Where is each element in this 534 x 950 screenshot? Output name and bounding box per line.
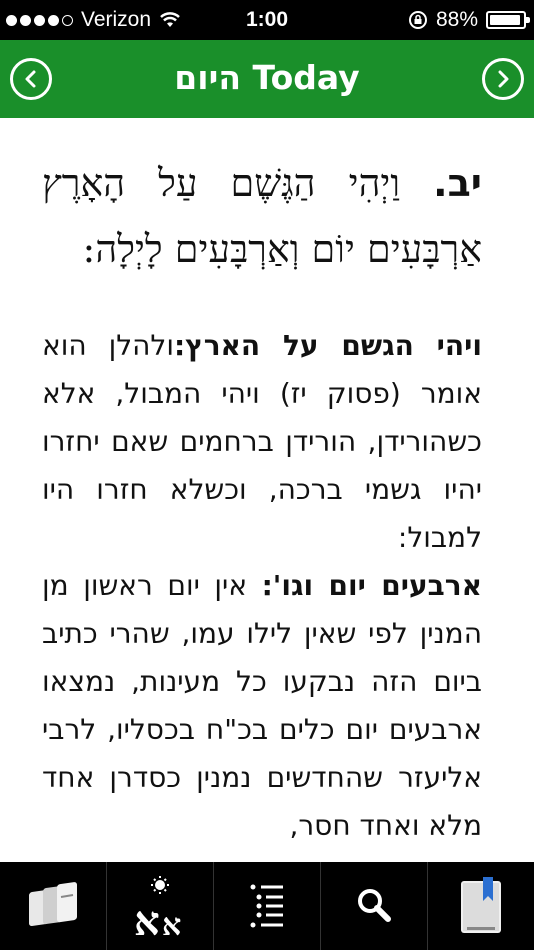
library-button[interactable] — [0, 862, 107, 950]
nav-bar: היום Today — [0, 40, 534, 118]
bookmarks-button[interactable] — [428, 862, 534, 950]
list-icon — [250, 884, 283, 928]
verse: יב. וַיְהִי הַגֶּשֶׁם עַל הָאָרֶץ אַרְבָ… — [42, 150, 482, 282]
bottom-toolbar: א א — [0, 862, 534, 950]
commentary-text: אין יום ראשון מן המנין לפי שאין לילו עמו… — [42, 569, 482, 842]
battery-percent: 88% — [435, 8, 478, 31]
verse-text: וַיְהִי הַגֶּשֶׁם עַל הָאָרֶץ אַרְבָּעִי… — [42, 161, 482, 271]
next-day-button[interactable] — [482, 58, 524, 100]
bookmark-icon — [461, 877, 501, 933]
status-right: 88% — [408, 8, 530, 32]
search-button[interactable] — [321, 862, 428, 950]
books-icon — [29, 882, 77, 927]
font-size-button[interactable]: א א — [107, 862, 214, 950]
search-icon — [358, 889, 391, 922]
status-bar: Verizon 1:00 88% — [0, 0, 534, 40]
commentary-paragraph: ארבעים יום וגו': אין יום ראשון מן המנין … — [42, 562, 482, 850]
table-of-contents-button[interactable] — [214, 862, 321, 950]
commentary-heading: ארבעים יום וגו': — [261, 569, 482, 602]
battery-icon — [486, 11, 530, 29]
rotation-lock-icon — [408, 11, 427, 29]
commentary-heading: ויהי הגשם על הארץ: — [173, 329, 482, 362]
chevron-right-circle-icon — [498, 70, 509, 88]
font-size-icon: א א — [134, 876, 181, 937]
commentary: ויהי הגשם על הארץ:ולהלן הוא אומר (פסוק י… — [42, 322, 482, 850]
svg-text:א: א — [134, 898, 160, 937]
commentary-paragraph: ויהי הגשם על הארץ:ולהלן הוא אומר (פסוק י… — [42, 322, 482, 562]
verse-number: יב. — [433, 161, 482, 205]
commentary-text: ולהלן הוא אומר (פסוק יז) ויהי המבול, אלא… — [42, 329, 482, 554]
page-title: היום Today — [174, 58, 360, 97]
svg-text:א: א — [162, 908, 181, 937]
reading-content: יב. וַיְהִי הַגֶּשֶׁם עַל הָאָרֶץ אַרְבָ… — [42, 150, 482, 850]
